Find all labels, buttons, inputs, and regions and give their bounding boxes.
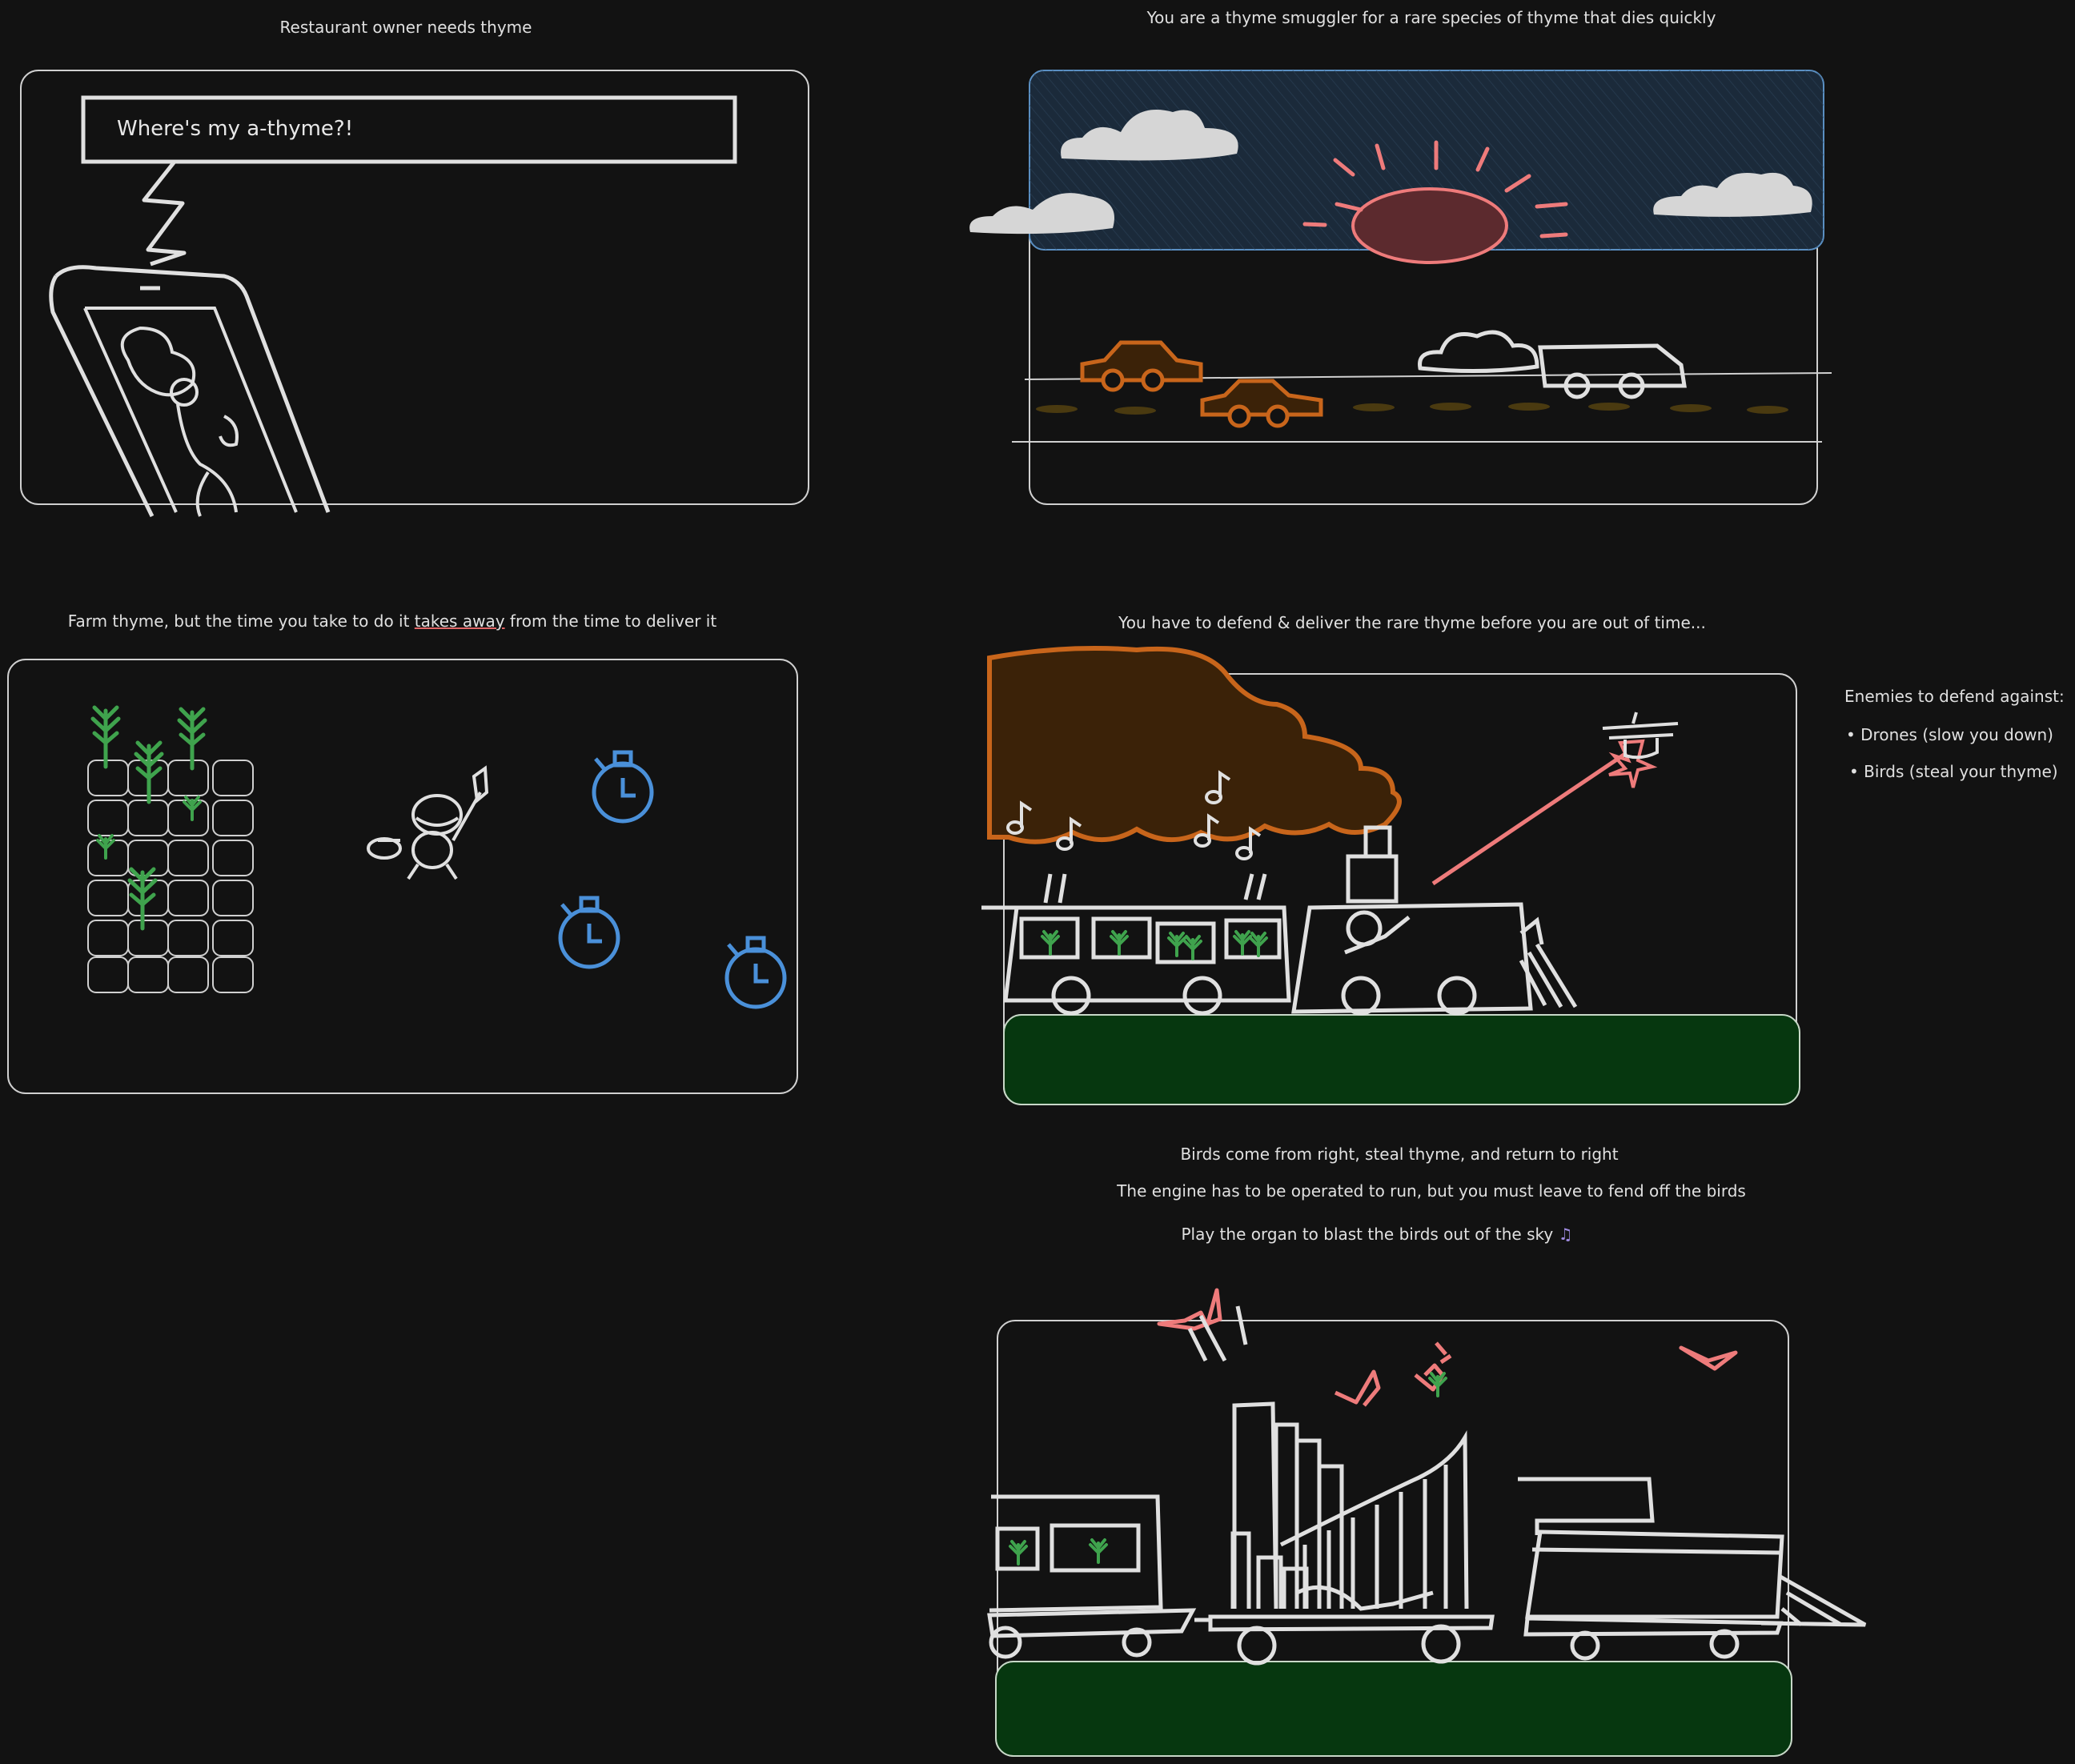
car-orange-2 bbox=[1200, 379, 1323, 428]
caption-panel-3-prefix: Farm thyme, but the time you take to do … bbox=[67, 611, 415, 631]
panel-4 bbox=[981, 645, 1800, 1105]
birds bbox=[1157, 1288, 1738, 1407]
panel-2 bbox=[969, 70, 1832, 505]
ground bbox=[1003, 1014, 1800, 1105]
panel-3 bbox=[7, 659, 798, 1094]
laser-beam bbox=[1431, 752, 1627, 886]
ground bbox=[995, 1661, 1792, 1757]
enemy-item-birds: • Birds (steal your thyme) bbox=[1849, 762, 2058, 781]
farmer-robot bbox=[367, 765, 489, 880]
caption-panel-3-suffix: from the time to deliver it bbox=[504, 611, 717, 631]
laser-impact-star bbox=[1608, 739, 1658, 788]
caption-panel-1: Restaurant owner needs thyme bbox=[279, 18, 532, 37]
storyboard-canvas bbox=[7, 70, 1867, 1757]
timer-icons bbox=[560, 752, 785, 1007]
farm-grid bbox=[87, 760, 254, 993]
lightning-bolt bbox=[142, 160, 187, 267]
white-truck bbox=[1418, 330, 1687, 399]
speech-bubble-text: Where's my a-thyme?! bbox=[117, 117, 354, 141]
car-orange-1 bbox=[1080, 340, 1203, 392]
enemy-item-label: Birds (steal your thyme) bbox=[1864, 762, 2058, 781]
caption-panel-5-line-3-text: Play the organ to blast the birds out of… bbox=[1181, 1225, 1554, 1244]
train-engine bbox=[1291, 825, 1578, 1016]
caption-panel-4: You have to defend & deliver the rare th… bbox=[1118, 613, 1706, 632]
caption-panel-5-line-3: Play the organ to blast the birds out of… bbox=[1181, 1225, 1572, 1244]
sun bbox=[1351, 187, 1508, 264]
passenger-car bbox=[987, 1494, 1209, 1659]
caption-panel-3-underlined: takes away bbox=[414, 611, 505, 631]
caption-panel-2: You are a thyme smuggler for a rare spec… bbox=[1146, 8, 1716, 27]
music-note-icon: ♫ bbox=[1558, 1225, 1573, 1244]
caption-panel-5-line-1: Birds come from right, steal thyme, and … bbox=[1180, 1145, 1619, 1164]
engine-car bbox=[1518, 1477, 1867, 1661]
passenger-car-sprouts bbox=[1009, 1538, 1108, 1566]
panel-frame bbox=[7, 659, 798, 1094]
stolen-sprout bbox=[1428, 1372, 1447, 1397]
road-markings bbox=[1036, 403, 1788, 415]
enemies-heading: Enemies to defend against: bbox=[1844, 687, 2065, 706]
phone-illustration bbox=[49, 265, 331, 518]
caption-panel-5-line-2: The engine has to be operated to run, bu… bbox=[1117, 1181, 1746, 1201]
panel-5 bbox=[987, 1288, 1867, 1757]
bullet-icon: • bbox=[1846, 725, 1856, 744]
bullet-icon: • bbox=[1849, 762, 1859, 781]
enemy-item-label: Drones (slow you down) bbox=[1860, 725, 2053, 744]
smoke-cloud bbox=[987, 645, 1402, 844]
thyme-plants bbox=[93, 708, 205, 928]
enemy-item-drones: • Drones (slow you down) bbox=[1846, 725, 2053, 744]
caption-panel-3: Farm thyme, but the time you take to do … bbox=[68, 611, 716, 631]
